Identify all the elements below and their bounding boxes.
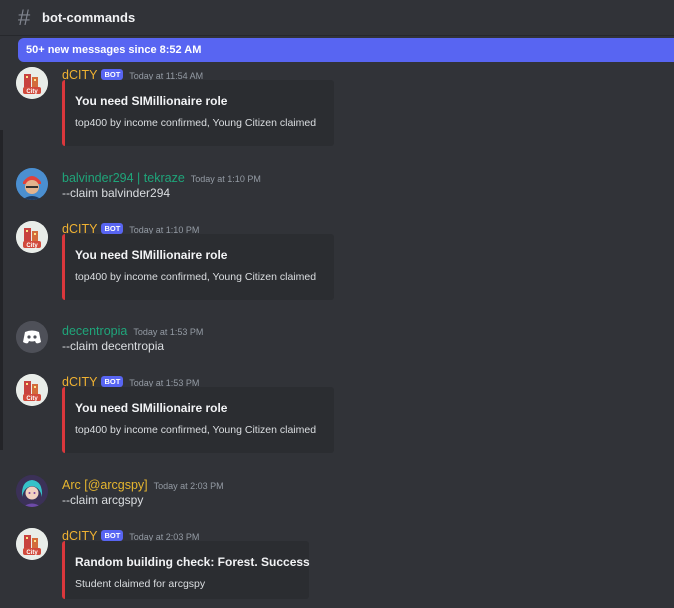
message-item: City dCITY BOT Today at 1:10 PM You need S…: [0, 220, 674, 304]
author-name[interactable]: Arc [@arcgspy]: [62, 478, 148, 492]
balvinder-avatar[interactable]: [16, 168, 48, 200]
svg-text:City: City: [26, 550, 38, 556]
message-text: --claim arcgspy: [62, 493, 144, 507]
message-header: Arc [@arcgspy] Today at 2:03 PM: [62, 476, 224, 492]
embed-card: Random building check: Forest. Success S…: [62, 541, 310, 599]
timestamp[interactable]: Today at 2:03 PM: [154, 481, 224, 491]
embed-card: You need SIMillionaire role top400 by in…: [62, 387, 334, 453]
embed-title: You need SIMillionaire role: [75, 248, 228, 262]
dcity-avatar[interactable]: City: [16, 67, 48, 99]
timestamp[interactable]: Today at 1:53 PM: [133, 327, 203, 337]
message-item: City dCITY BOT Today at 11:54 AM You need …: [0, 66, 674, 150]
bot-badge: BOT: [101, 530, 124, 541]
svg-text:City: City: [26, 243, 38, 249]
embed-card: You need SIMillionaire role top400 by in…: [62, 80, 334, 146]
dcity-avatar[interactable]: City: [16, 528, 48, 560]
message-text: --claim decentropia: [62, 339, 165, 353]
embed-description: Student claimed for arcgspy: [75, 578, 206, 590]
message-item: City dCITY BOT Today at 1:53 PM You need S…: [0, 373, 674, 457]
hash-icon: #: [18, 5, 31, 30]
channel-header: # bot-commands: [0, 0, 674, 36]
dcity-avatar[interactable]: City: [16, 221, 48, 253]
bot-badge: BOT: [101, 69, 124, 80]
bot-badge: BOT: [101, 376, 124, 387]
bot-badge: BOT: [101, 223, 124, 234]
new-messages-banner-text: 50+ new messages since 8:52 AM: [26, 44, 202, 56]
embed-card: You need SIMillionaire role top400 by in…: [62, 234, 334, 300]
message-text: --claim balvinder294: [62, 186, 171, 200]
channel-title: bot-commands: [42, 10, 136, 25]
embed-title: You need SIMillionaire role: [75, 94, 228, 108]
embed-description: top400 by income confirmed, Young Citize…: [75, 424, 317, 436]
author-name[interactable]: balvinder294 | tekraze: [62, 171, 185, 185]
message-header: decentropia Today at 1:53 PM: [62, 322, 203, 338]
dcity-avatar[interactable]: City: [16, 374, 48, 406]
embed-description: top400 by income confirmed, Young Citize…: [75, 117, 317, 129]
message-header: balvinder294 | tekraze Today at 1:10 PM: [62, 169, 261, 185]
decentropia-avatar[interactable]: [16, 321, 48, 353]
svg-text:City: City: [26, 89, 38, 95]
embed-description: top400 by income confirmed, Young Citize…: [75, 271, 317, 283]
embed-title: Random building check: Forest. Success: [75, 555, 310, 569]
timestamp[interactable]: Today at 1:10 PM: [191, 174, 261, 184]
embed-title: You need SIMillionaire role: [75, 401, 228, 415]
message-item: City dCITY BOT Today at 2:03 PM Random bui…: [0, 527, 674, 608]
new-messages-banner[interactable]: 50+ new messages since 8:52 AM: [18, 38, 674, 62]
svg-text:City: City: [26, 396, 38, 402]
message-item: decentropia Today at 1:53 PM --claim dece…: [0, 321, 674, 362]
arc-avatar[interactable]: [16, 475, 48, 507]
message-item: Arc [@arcgspy] Today at 2:03 PM --claim a…: [0, 475, 674, 516]
message-item: balvinder294 | tekraze Today at 1:10 PM -…: [0, 168, 674, 209]
author-name[interactable]: decentropia: [62, 324, 127, 338]
